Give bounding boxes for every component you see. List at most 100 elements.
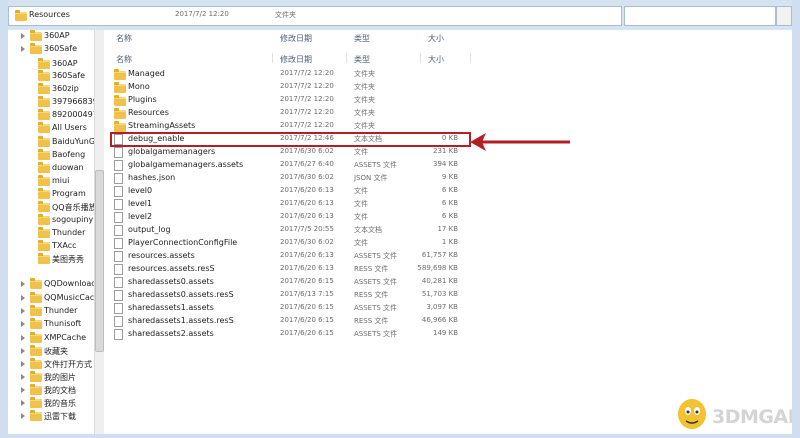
expand-arrow-icon[interactable] [21, 374, 25, 380]
column-separator[interactable] [420, 53, 421, 63]
column-header-type[interactable]: 类型 [354, 54, 370, 65]
file-type: JSON 文件 [354, 174, 388, 182]
document-icon [114, 225, 123, 236]
file-row[interactable]: Resources 2017/7/2 12:20 文件夹 [104, 107, 464, 120]
column-header-date[interactable]: 修改日期 [280, 54, 312, 65]
file-row[interactable]: Mono 2017/7/2 12:20 文件夹 [104, 81, 464, 94]
tree-item-label: Thunisoft [44, 319, 82, 328]
folder-icon [30, 345, 42, 356]
file-row[interactable]: level0 2017/6/20 6:13 文件 6 KB [104, 185, 464, 198]
file-type: 文件 [354, 239, 368, 247]
folder-icon [30, 384, 42, 395]
file-date: 2017/7/2 12:20 [280, 82, 334, 90]
search-box[interactable] [624, 6, 776, 26]
window-right-border [792, 0, 800, 438]
folder-row-date: 2017/7/2 12:20 [175, 10, 229, 18]
tree-item-label: All Users [52, 123, 87, 132]
expand-arrow-icon[interactable] [21, 335, 25, 341]
expand-arrow-icon[interactable] [21, 33, 25, 39]
folder-row-name: Resources [29, 10, 70, 19]
column-separator[interactable] [470, 53, 471, 63]
file-date: 2017/6/27 6:40 [280, 160, 334, 168]
file-row[interactable]: output_log 2017/7/5 20:55 文本文档 17 KB [104, 224, 464, 237]
document-icon [114, 316, 123, 327]
file-row[interactable]: sharedassets0.assets.resS 2017/6/13 7:15 R… [104, 289, 464, 302]
file-type: 文件 [354, 200, 368, 208]
column-header-name[interactable]: 名称 [116, 54, 132, 65]
folder-icon [30, 371, 42, 382]
column-separator[interactable] [272, 53, 273, 63]
document-icon [114, 186, 123, 197]
tree-item-label: TXAcc [52, 241, 77, 250]
file-row[interactable]: sharedassets2.assets 2017/6/20 6:15 ASSETS… [104, 328, 464, 341]
file-date: 2017/7/2 12:20 [280, 108, 334, 116]
folder-icon [30, 397, 42, 408]
file-size: 61,757 KB [421, 251, 458, 259]
folder-icon [30, 358, 42, 369]
expand-arrow-icon[interactable] [21, 400, 25, 406]
expand-arrow-icon[interactable] [21, 361, 25, 367]
file-row[interactable]: Managed 2017/7/2 12:20 文件夹 [104, 68, 464, 81]
file-size: 3,097 KB [426, 303, 458, 311]
folder-icon [114, 95, 126, 106]
file-row[interactable]: sharedassets0.assets 2017/6/20 6:15 ASSETS… [104, 276, 464, 289]
column-header-size-ghost[interactable]: 大小 [428, 33, 444, 44]
file-date: 2017/6/30 6:02 [280, 173, 334, 181]
column-header-size[interactable]: 大小 [428, 54, 444, 65]
expand-arrow-icon[interactable] [21, 308, 25, 314]
tree-item-label: 360AP [44, 31, 70, 40]
file-row[interactable]: Plugins 2017/7/2 12:20 文件夹 [104, 94, 464, 107]
folder-icon [114, 108, 126, 119]
file-date: 2017/6/30 6:02 [280, 238, 334, 246]
file-size: 231 KB [433, 147, 458, 155]
column-header-name-ghost[interactable]: 名称 [116, 33, 132, 44]
expand-arrow-icon[interactable] [21, 281, 25, 287]
document-icon [114, 251, 123, 262]
column-header-type-ghost[interactable]: 类型 [354, 33, 370, 44]
tree-item-label: QQMusicCach [44, 293, 100, 302]
tree-item-label: 我的文档 [44, 386, 76, 395]
pointer-arrow [470, 133, 570, 151]
file-type: ASSETS 文件 [354, 278, 398, 286]
expand-arrow-icon[interactable] [21, 295, 25, 301]
overlapping-folder-row[interactable]: Resources 2017/7/2 12:20 文件夹 [8, 6, 622, 26]
file-size: 51,703 KB [421, 290, 458, 298]
tree-item-label: XMPCache [44, 333, 87, 342]
file-type: ASSETS 文件 [354, 330, 398, 338]
expand-arrow-icon[interactable] [21, 387, 25, 393]
file-name: resources.assets.resS [128, 264, 215, 273]
file-date: 2017/6/20 6:13 [280, 186, 334, 194]
expand-arrow-icon[interactable] [21, 348, 25, 354]
file-date: 2017/7/2 12:20 [280, 121, 334, 129]
file-row[interactable]: hashes.json 2017/6/30 6:02 JSON 文件 9 KB [104, 172, 464, 185]
column-separator[interactable] [346, 53, 347, 63]
close-button[interactable] [776, 6, 792, 26]
file-row[interactable]: globalgamemanagers 2017/6/30 6:02 文件 231 KB [104, 146, 464, 159]
file-name: output_log [128, 225, 171, 234]
folder-icon [38, 83, 50, 94]
file-type: 文件夹 [354, 96, 375, 104]
folder-icon [38, 253, 50, 264]
folder-icon [30, 30, 42, 41]
file-name: sharedassets0.assets [128, 277, 214, 286]
window-left-border [0, 0, 8, 438]
file-type: 文件夹 [354, 83, 375, 91]
file-date: 2017/7/5 20:55 [280, 225, 334, 233]
file-row[interactable]: level2 2017/6/20 6:13 文件 6 KB [104, 211, 464, 224]
expand-arrow-icon[interactable] [21, 46, 25, 52]
document-icon [114, 238, 123, 249]
column-header-date-ghost[interactable]: 修改日期 [280, 33, 312, 44]
tree-item-label: duowan [52, 163, 84, 172]
expand-arrow-icon[interactable] [21, 413, 25, 419]
file-row[interactable]: resources.assets.resS 2017/6/20 6:13 RESS … [104, 263, 464, 276]
file-row[interactable]: sharedassets1.assets 2017/6/20 6:15 ASSETS… [104, 302, 464, 315]
tree-item-label: BaiduYunGu [52, 137, 101, 146]
file-row[interactable]: sharedassets1.assets.resS 2017/6/20 6:15 R… [104, 315, 464, 328]
tree-scrollbar-thumb[interactable] [95, 170, 104, 352]
expand-arrow-icon[interactable] [21, 321, 25, 327]
file-row[interactable]: level1 2017/6/20 6:13 文件 6 KB [104, 198, 464, 211]
file-row[interactable]: globalgamemanagers.assets 2017/6/27 6:40 A… [104, 159, 464, 172]
file-row[interactable]: PlayerConnectionConfigFile 2017/6/30 6:02… [104, 237, 464, 250]
file-row[interactable]: resources.assets 2017/6/20 6:13 ASSETS 文件 6… [104, 250, 464, 263]
file-type: RESS 文件 [354, 265, 389, 273]
